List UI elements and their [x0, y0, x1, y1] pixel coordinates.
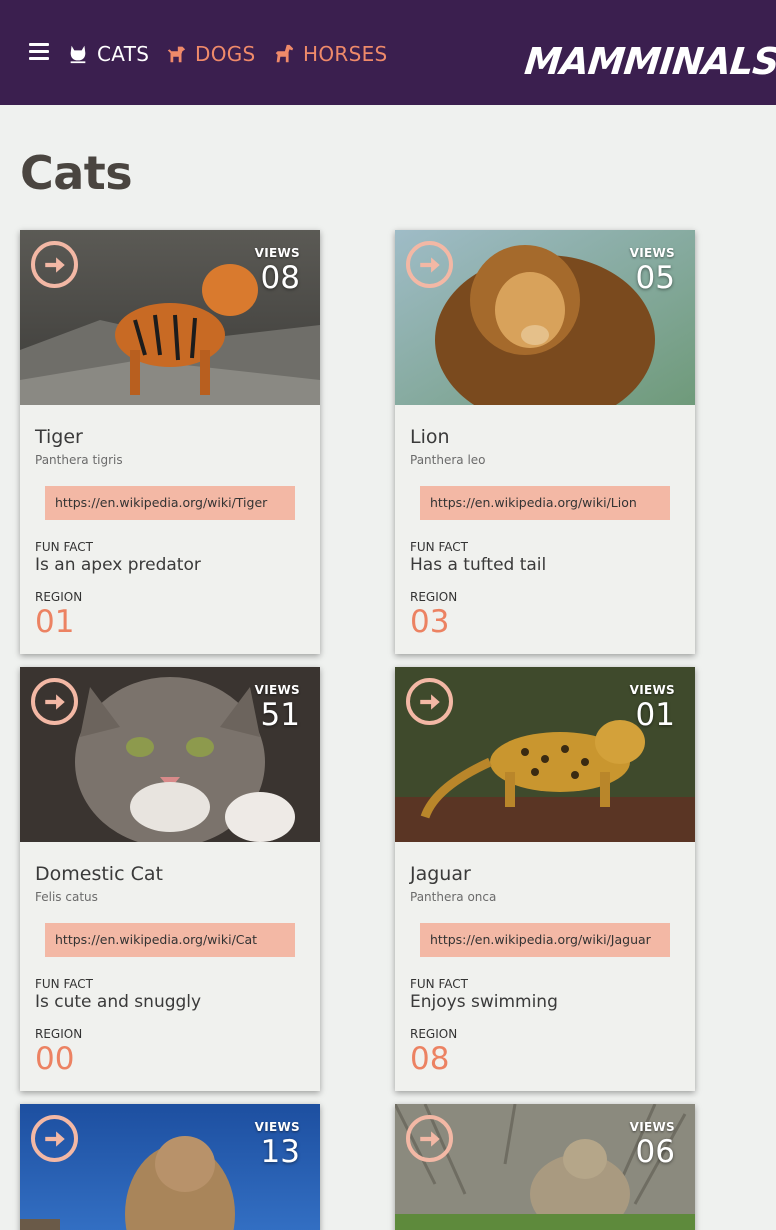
fun-fact-value: Has a tufted tail: [410, 555, 547, 575]
cat-icon: [70, 45, 86, 64]
region-value: 00: [35, 1041, 75, 1077]
animal-photo-domestic-cat: VIEWS 51: [20, 667, 320, 842]
wikipedia-link[interactable]: https://en.wikipedia.org/wiki/Cat: [45, 923, 295, 957]
wikipedia-link[interactable]: https://en.wikipedia.org/wiki/Tiger: [45, 486, 295, 520]
wikipedia-link[interactable]: https://en.wikipedia.org/wiki/Lion: [420, 486, 670, 520]
arrow-right-icon: [44, 693, 65, 710]
open-detail-button[interactable]: [31, 241, 78, 288]
hamburger-menu-icon[interactable]: [29, 43, 49, 61]
views-label: VIEWS: [254, 246, 300, 260]
arrow-right-icon: [419, 1130, 440, 1147]
animal-card-domestic-cat[interactable]: VIEWS 51 Domestic Cat Felis catus https:…: [20, 667, 320, 1091]
arrow-right-icon: [44, 256, 65, 273]
animal-name: Tiger: [35, 426, 83, 448]
open-detail-button[interactable]: [406, 678, 453, 725]
animal-card-lion[interactable]: VIEWS 05 Lion Panthera leo https://en.wi…: [395, 230, 695, 654]
nav-item-cats[interactable]: CATS: [67, 40, 149, 68]
top-navigation-bar: CATS DOGS HORSES MAMMINALS!: [0, 0, 776, 105]
region-value: 01: [35, 604, 75, 640]
mamminals-logo[interactable]: MAMMINALS!: [522, 34, 776, 85]
region-label: REGION: [410, 590, 458, 604]
animal-name: Lion: [410, 426, 450, 448]
animal-photo-jaguar: VIEWS 01: [395, 667, 695, 842]
animal-card-jaguar[interactable]: VIEWS 01 Jaguar Panthera onca https://en…: [395, 667, 695, 1091]
region-value: 03: [410, 604, 450, 640]
views-label: VIEWS: [254, 683, 300, 697]
dog-icon: [167, 46, 186, 63]
scientific-name: Panthera tigris: [35, 453, 123, 467]
nav-item-horses[interactable]: HORSES: [273, 40, 388, 68]
fun-fact-label: FUN FACT: [35, 540, 93, 554]
fun-fact-label: FUN FACT: [410, 540, 468, 554]
animal-photo-lion: VIEWS 05: [395, 230, 695, 405]
scientific-name: Panthera leo: [410, 453, 486, 467]
animal-photo: VIEWS 13: [20, 1104, 320, 1230]
open-detail-button[interactable]: [406, 1115, 453, 1162]
animal-card-tiger[interactable]: VIEWS 08 Tiger Panthera tigris https://e…: [20, 230, 320, 654]
animal-photo: VIEWS 06: [395, 1104, 695, 1230]
views-label: VIEWS: [629, 683, 675, 697]
fun-fact-value: Enjoys swimming: [410, 992, 558, 1012]
nav-item-label: DOGS: [195, 42, 256, 66]
fun-fact-label: FUN FACT: [35, 977, 93, 991]
fun-fact-value: Is an apex predator: [35, 555, 201, 575]
views-label: VIEWS: [629, 1120, 675, 1134]
arrow-right-icon: [419, 256, 440, 273]
animal-name: Jaguar: [410, 863, 471, 885]
open-detail-button[interactable]: [31, 1115, 78, 1162]
scientific-name: Felis catus: [35, 890, 98, 904]
views-count: 13: [260, 1134, 300, 1170]
region-value: 08: [410, 1041, 450, 1077]
views-count: 06: [635, 1134, 675, 1170]
views-label: VIEWS: [254, 1120, 300, 1134]
horse-icon: [275, 44, 294, 63]
views-count: 05: [635, 260, 675, 296]
open-detail-button[interactable]: [406, 241, 453, 288]
open-detail-button[interactable]: [31, 678, 78, 725]
views-label: VIEWS: [629, 246, 675, 260]
region-label: REGION: [35, 1027, 83, 1041]
region-label: REGION: [410, 1027, 458, 1041]
views-count: 51: [260, 697, 300, 733]
nav-item-dogs[interactable]: DOGS: [165, 40, 256, 68]
arrow-right-icon: [419, 693, 440, 710]
fun-fact-label: FUN FACT: [410, 977, 468, 991]
wikipedia-link[interactable]: https://en.wikipedia.org/wiki/Jaguar: [420, 923, 670, 957]
views-count: 01: [635, 697, 675, 733]
animal-name: Domestic Cat: [35, 863, 163, 885]
animal-photo-tiger: VIEWS 08: [20, 230, 320, 405]
views-count: 08: [260, 260, 300, 296]
page-title: Cats: [20, 146, 133, 200]
animal-card[interactable]: VIEWS 06: [395, 1104, 695, 1230]
scientific-name: Panthera onca: [410, 890, 497, 904]
arrow-right-icon: [44, 1130, 65, 1147]
nav-item-label: CATS: [97, 42, 150, 66]
animal-card[interactable]: VIEWS 13: [20, 1104, 320, 1230]
fun-fact-value: Is cute and snuggly: [35, 992, 202, 1012]
nav-item-label: HORSES: [303, 42, 388, 66]
region-label: REGION: [35, 590, 83, 604]
logo-text: MAMMINALS: [522, 40, 776, 83]
